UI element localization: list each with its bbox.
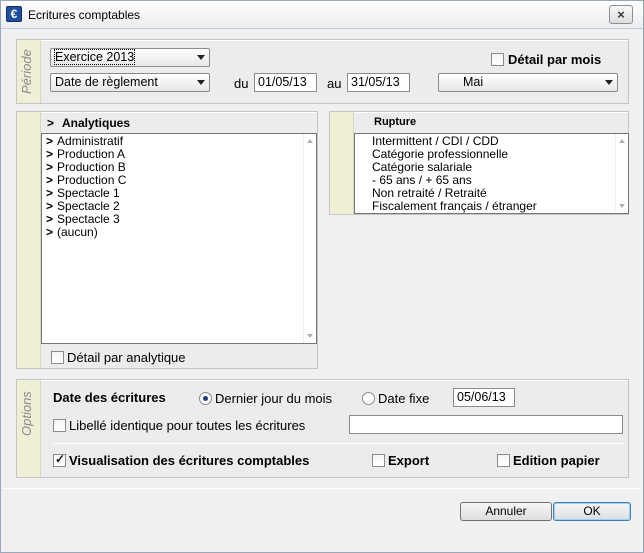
- item-marker: >: [46, 134, 54, 148]
- detail-par-analytique-label: Détail par analytique: [67, 350, 186, 365]
- item-marker: >: [46, 147, 54, 161]
- list-item-label: Spectacle 1: [57, 186, 120, 200]
- item-marker: >: [46, 173, 54, 187]
- visualisation-label: Visualisation des écritures comptables: [69, 453, 310, 468]
- au-label: au: [327, 76, 342, 91]
- cancel-button[interactable]: Annuler: [460, 502, 552, 521]
- options-panel: Options Date des écritures Dernier jour …: [16, 379, 629, 478]
- detail-par-mois-label: Détail par mois: [508, 52, 602, 67]
- app-icon: €: [6, 6, 22, 22]
- month-select[interactable]: Mai: [438, 73, 618, 92]
- rupture-panel: Rupture Intermittent / CDI / CDD Catégor…: [329, 111, 629, 215]
- analytiques-side-strip: [17, 112, 41, 368]
- item-marker: >: [46, 186, 54, 200]
- list-item-label: Production B: [57, 160, 126, 174]
- footer-divider: [3, 488, 641, 489]
- scroll-up-icon[interactable]: [619, 139, 625, 143]
- radio-date-fixe[interactable]: [362, 392, 375, 405]
- exercice-select[interactable]: Exercice 2013: [50, 48, 210, 67]
- libelle-input[interactable]: [349, 415, 623, 434]
- periode-side-strip: Période: [17, 40, 41, 103]
- visualisation-checkbox[interactable]: [53, 452, 66, 467]
- list-item[interactable]: > (aucun): [44, 226, 302, 239]
- date-type-value: Date de règlement: [55, 75, 158, 89]
- detail-par-analytique-checkbox[interactable]: [51, 351, 64, 364]
- exercice-value: Exercice 2013: [53, 49, 136, 65]
- chevron-down-icon: [197, 80, 205, 85]
- month-value: Mai: [463, 75, 484, 89]
- du-label: du: [234, 76, 249, 91]
- list-item-label: Administratif: [57, 134, 124, 148]
- list-item-label: Production C: [57, 173, 127, 187]
- scroll-up-icon[interactable]: [307, 139, 313, 143]
- item-marker: >: [46, 212, 54, 226]
- radio-date-fixe-label: Date fixe: [378, 391, 430, 406]
- scroll-down-icon[interactable]: [619, 204, 625, 208]
- analytiques-scrollbar[interactable]: [303, 134, 316, 343]
- list-item-label: Spectacle 3: [57, 212, 120, 226]
- title-bar: € Ecritures comptables ×: [1, 1, 643, 29]
- rupture-scrollbar[interactable]: [615, 134, 628, 213]
- analytiques-header-marker: >: [47, 116, 55, 130]
- analytiques-list[interactable]: > Administratif > Production A > Production…: [41, 133, 317, 344]
- list-item-label: Spectacle 2: [57, 199, 120, 213]
- libelle-checkbox[interactable]: [53, 419, 66, 432]
- rupture-side-strip: [330, 112, 354, 214]
- options-divider: [53, 443, 623, 444]
- periode-section-label: Période: [19, 49, 34, 95]
- item-marker: >: [46, 225, 54, 239]
- du-date-input[interactable]: 01/05/13: [254, 73, 317, 92]
- ok-button[interactable]: OK: [553, 502, 631, 521]
- rupture-header: Rupture: [374, 116, 417, 128]
- radio-dernier-jour[interactable]: [199, 392, 212, 405]
- window-title: Ecritures comptables: [28, 8, 141, 22]
- rupture-list-items: Intermittent / CDI / CDD Catégorie profe…: [370, 135, 614, 213]
- libelle-label: Libellé identique pour toutes les écritu…: [69, 418, 306, 433]
- chevron-down-icon: [197, 55, 205, 60]
- item-marker: >: [46, 160, 54, 174]
- options-section-label: Options: [19, 391, 34, 437]
- export-checkbox[interactable]: [372, 454, 385, 467]
- radio-dernier-jour-label: Dernier jour du mois: [215, 391, 333, 406]
- analytiques-header: Analytiques: [62, 116, 131, 130]
- list-item-label: (aucun): [57, 225, 98, 239]
- periode-panel: Période Exercice 2013 Détail par mois Da…: [16, 39, 629, 104]
- date-fixe-input[interactable]: 05/06/13: [453, 388, 515, 407]
- rupture-list[interactable]: Intermittent / CDI / CDD Catégorie profe…: [354, 133, 629, 214]
- date-type-select[interactable]: Date de règlement: [50, 73, 210, 92]
- item-marker: >: [46, 199, 54, 213]
- scroll-down-icon[interactable]: [307, 334, 313, 338]
- close-button[interactable]: ×: [609, 5, 633, 24]
- analytiques-panel: > Analytiques > Administratif > Production…: [16, 111, 318, 369]
- export-label: Export: [388, 453, 430, 468]
- detail-par-mois-checkbox[interactable]: [491, 53, 504, 66]
- dialog-window: € Ecritures comptables × Période Exercic…: [0, 0, 644, 553]
- edition-papier-label: Edition papier: [513, 453, 600, 468]
- list-item-label: Production A: [57, 147, 126, 161]
- chevron-down-icon: [605, 80, 613, 85]
- analytiques-list-items: > Administratif > Production A > Production…: [44, 135, 302, 239]
- edition-papier-checkbox[interactable]: [497, 454, 510, 467]
- list-item[interactable]: Fiscalement français / étranger: [370, 200, 614, 213]
- date-ecritures-label: Date des écritures: [53, 390, 166, 405]
- options-side-strip: Options: [17, 380, 41, 477]
- au-date-input[interactable]: 31/05/13: [347, 73, 410, 92]
